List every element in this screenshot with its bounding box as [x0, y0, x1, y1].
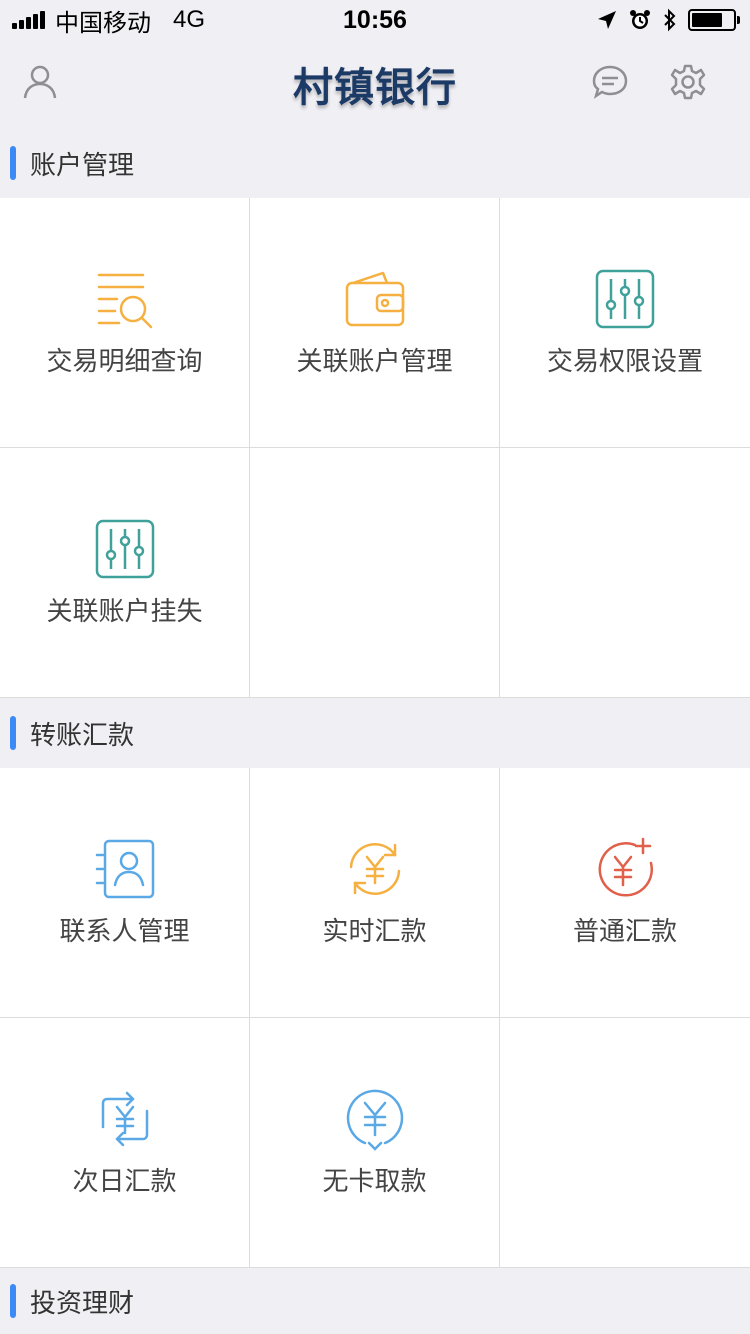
signal-icon: [12, 11, 47, 29]
section-header-transfer: 转账汇款: [0, 698, 750, 768]
menu-item-label: 交易明细查询: [46, 346, 203, 377]
battery-icon: [688, 9, 740, 31]
empty-cell: [250, 448, 500, 698]
yuan-swap-icon: [101, 1091, 148, 1146]
section-title: 账户管理: [30, 150, 135, 181]
menu-item-label: 无卡取款: [322, 1166, 427, 1197]
menu-item-linked-account-management[interactable]: 关联账户管理: [250, 198, 500, 448]
section-accent-bar: [10, 716, 16, 750]
menu-item-label: 联系人管理: [59, 916, 190, 947]
empty-cell: [500, 1018, 750, 1268]
menu-item-label: 关联账户管理: [296, 346, 453, 377]
yuan-refresh-icon: [349, 842, 400, 895]
location-arrow-icon: [598, 11, 616, 29]
empty-cell: [500, 448, 750, 698]
menu-item-contact-management[interactable]: 联系人管理: [0, 768, 250, 1018]
menu-item-linked-account-loss-report[interactable]: 关联账户挂失: [0, 448, 250, 698]
status-left: 中国移动 4G: [0, 3, 205, 38]
menu-item-realtime-remittance[interactable]: 实时汇款: [250, 768, 500, 1018]
menu-item-transaction-permissions[interactable]: 交易权限设置: [500, 198, 750, 448]
alarm-icon: [630, 10, 650, 29]
nav-bar: 村镇银行: [0, 40, 750, 128]
user-icon[interactable]: [20, 62, 60, 102]
menu-item-label: 普通汇款: [572, 916, 677, 947]
transfer-grid: 联系人管理 实时汇款 普通汇款 次日汇款 无卡取款: [0, 768, 750, 1268]
section-accent-bar: [10, 1284, 16, 1318]
yuan-plus-icon: [598, 837, 653, 897]
menu-item-label: 交易权限设置: [546, 346, 703, 377]
sliders-icon: [95, 519, 154, 578]
section-header-investment: 投资理财: [0, 1268, 750, 1334]
gear-icon[interactable]: [668, 62, 708, 102]
menu-item-label: 次日汇款: [72, 1166, 177, 1197]
section-accent-bar: [10, 146, 16, 180]
menu-item-cardless-withdrawal[interactable]: 无卡取款: [250, 1018, 500, 1268]
menu-item-regular-remittance[interactable]: 普通汇款: [500, 768, 750, 1018]
page-title: 村镇银行: [293, 65, 457, 111]
menu-item-next-day-remittance[interactable]: 次日汇款: [0, 1018, 250, 1268]
wallet-icon: [345, 271, 404, 326]
search-list-icon: [97, 273, 152, 328]
yuan-withdraw-icon: [346, 1089, 403, 1151]
section-header-account: 账户管理: [0, 128, 750, 198]
account-grid: 交易明细查询 关联账户管理 交易权限设置 关联账户挂失: [0, 198, 750, 698]
contact-card-icon: [95, 839, 154, 898]
section-title: 转账汇款: [30, 720, 135, 751]
bluetooth-icon: [664, 8, 676, 32]
carrier-name: 中国移动: [55, 9, 151, 37]
menu-item-transaction-details[interactable]: 交易明细查询: [0, 198, 250, 448]
menu-item-label: 关联账户挂失: [46, 596, 203, 627]
menu-item-label: 实时汇款: [322, 916, 427, 947]
status-bar: 中国移动 4G 10:56: [0, 0, 750, 40]
sliders-icon: [595, 269, 655, 328]
section-title: 投资理财: [30, 1288, 135, 1319]
network-type: 4G: [173, 6, 206, 33]
status-right: [596, 8, 750, 32]
message-icon[interactable]: [590, 62, 630, 102]
